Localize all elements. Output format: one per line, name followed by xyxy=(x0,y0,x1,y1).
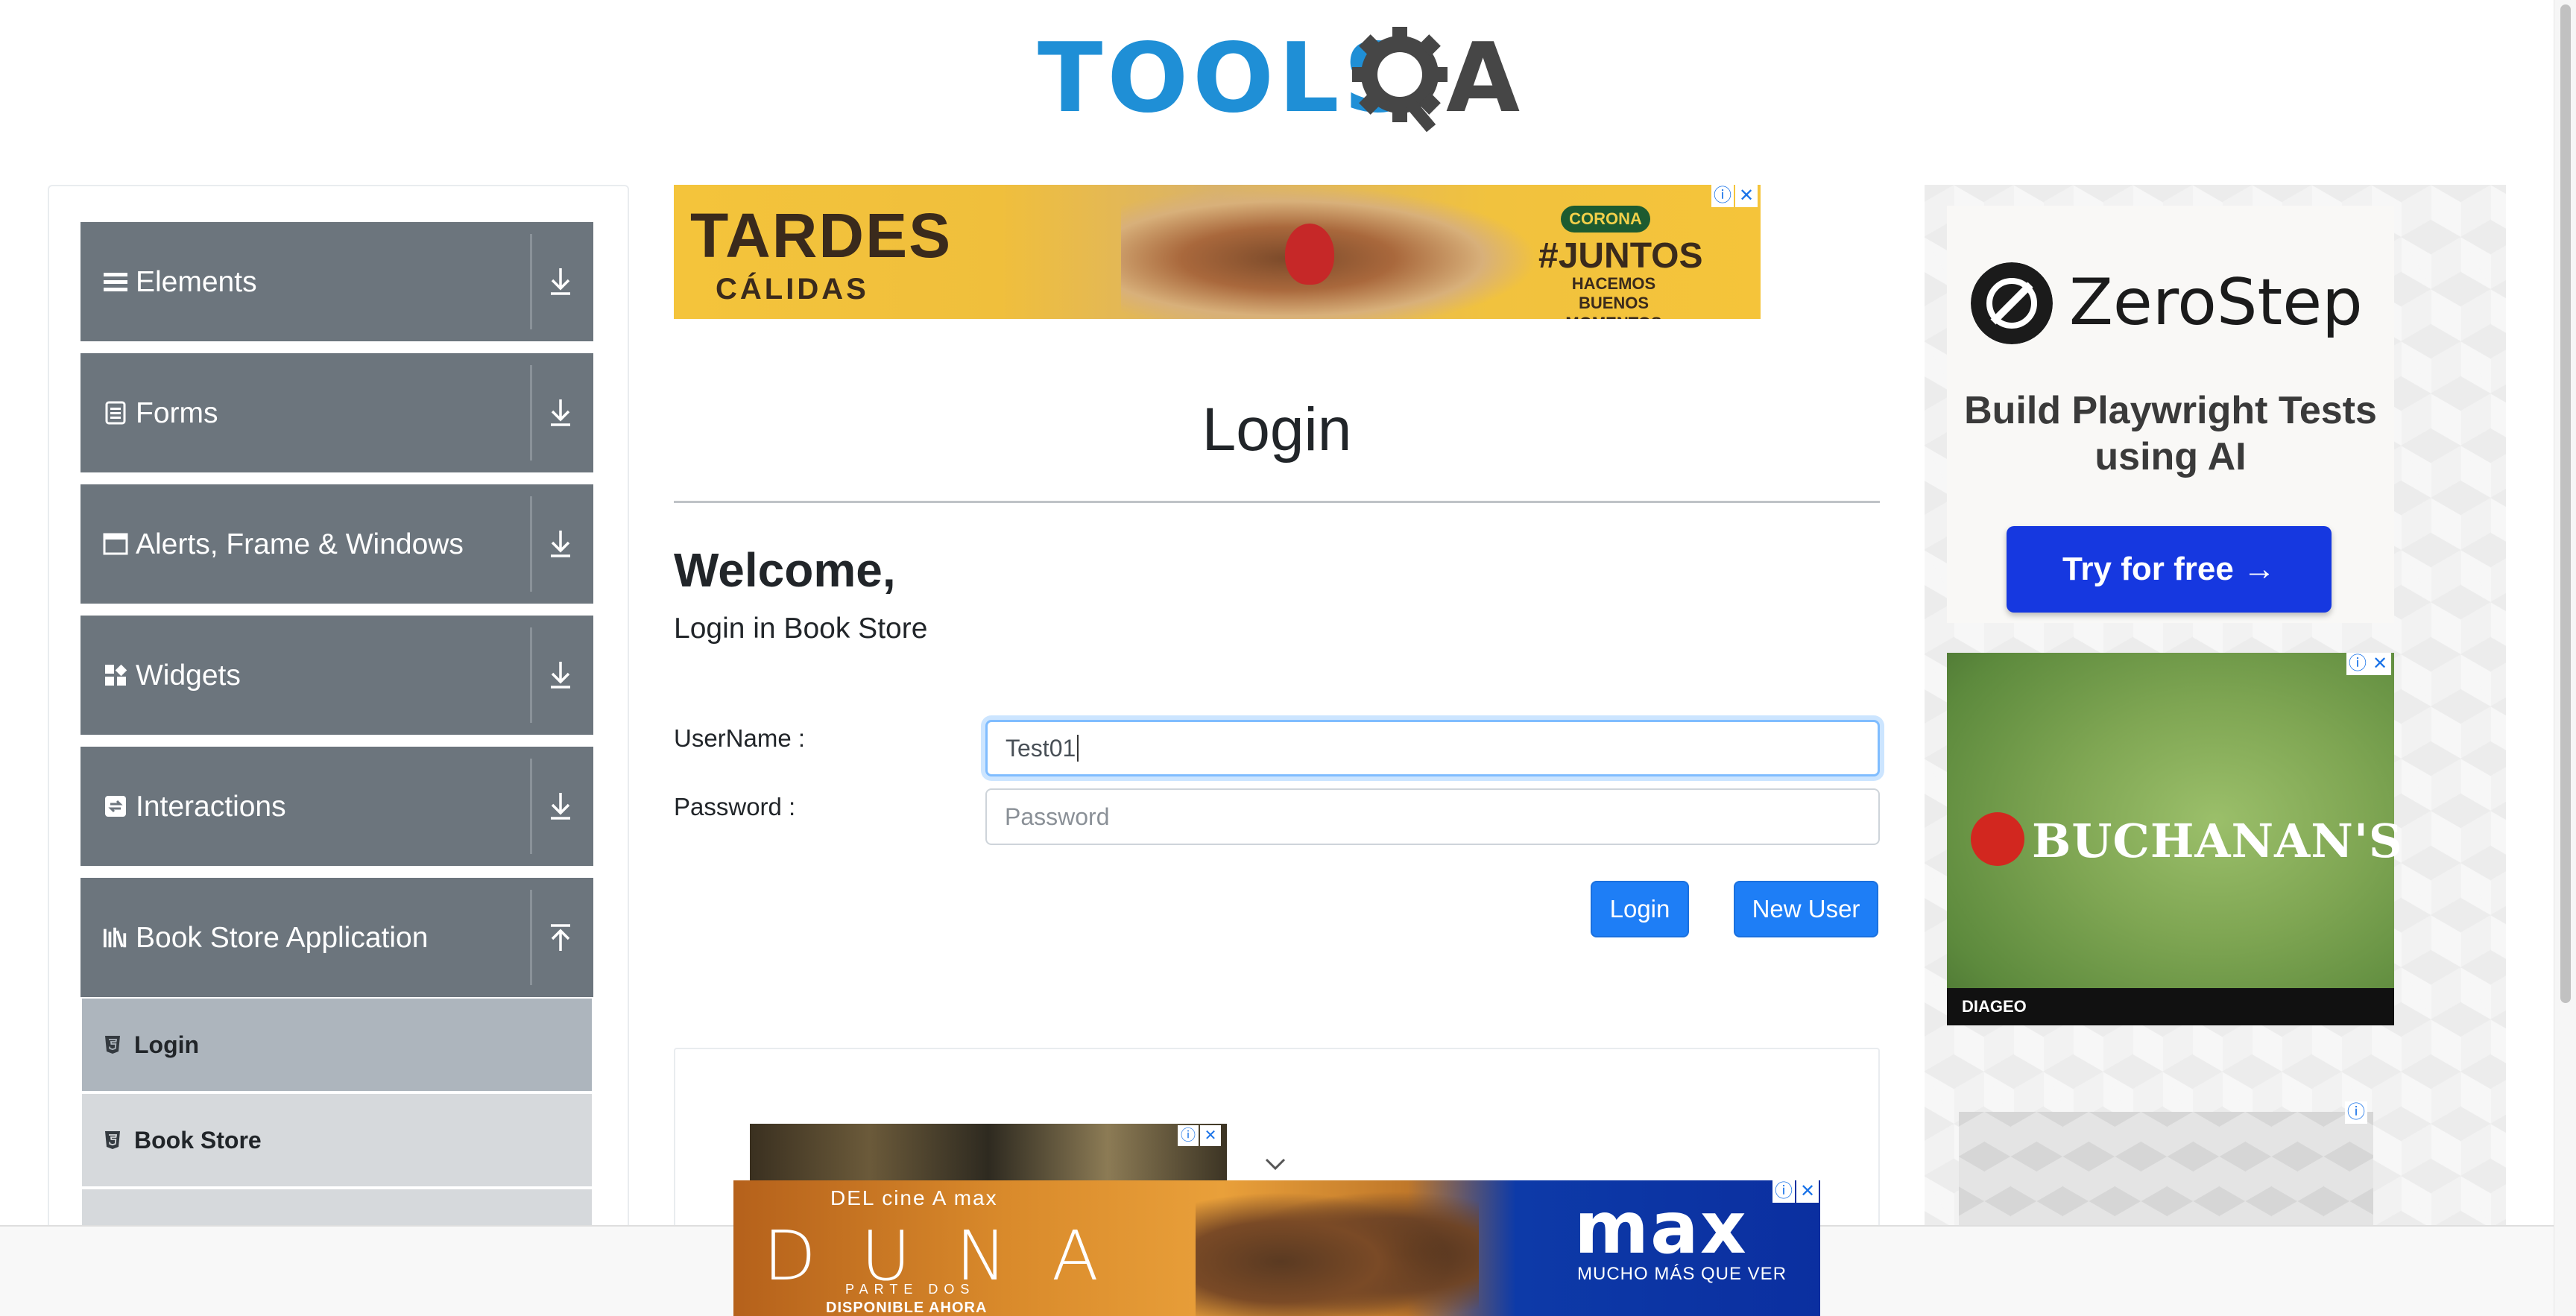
login-button[interactable]: Login xyxy=(1591,881,1689,937)
ad-subline: CÁLIDAS xyxy=(716,273,869,306)
sidebar-group-interactions[interactable]: Interactions xyxy=(80,747,593,866)
expand-arrow-icon[interactable] xyxy=(540,784,581,829)
expand-arrow-icon[interactable] xyxy=(540,390,581,435)
top-banner-ad[interactable]: TARDES CÁLIDAS CORONA #JUNTOS HACEMOS BU… xyxy=(674,185,1761,319)
buchanans-seal xyxy=(1971,812,2024,866)
ad-image-strawberry xyxy=(1285,224,1334,285)
ad-close-icon[interactable]: ✕ xyxy=(1796,1180,1819,1203)
welcome-heading: Welcome, xyxy=(674,543,896,597)
sidebar-group-label: Forms xyxy=(136,396,218,429)
title-divider xyxy=(674,501,1880,503)
toolsqa-logo[interactable]: TOOLS A xyxy=(1038,21,1522,140)
sidebar-group-label: Alerts, Frame & Windows xyxy=(136,528,464,560)
zerostep-tagline: Build Playwright Tests using AI xyxy=(1964,389,2377,479)
ad-brand-badge: CORONA xyxy=(1561,206,1650,232)
html5-icon xyxy=(104,1130,124,1150)
divider xyxy=(530,759,532,854)
books-icon xyxy=(103,925,128,950)
divider xyxy=(530,627,532,723)
ad-close-icon[interactable]: ✕ xyxy=(1200,1125,1221,1146)
zerostep-brand: ZeroStep xyxy=(2069,265,2363,340)
ad-info-icon[interactable]: ⓘ xyxy=(1178,1125,1199,1146)
collapse-arrow-icon[interactable] xyxy=(540,915,581,960)
sidebar-group-book-store-application[interactable]: Book Store Application xyxy=(80,878,593,997)
ad-image xyxy=(1196,1180,1479,1316)
expand-arrow-icon[interactable] xyxy=(540,653,581,697)
ad-info-icon[interactable]: ⓘ xyxy=(2345,1101,2367,1124)
username-value: Test01 xyxy=(1006,734,1076,762)
login-subtitle: Login in Book Store xyxy=(674,613,928,645)
ad-info-icon[interactable]: ⓘ xyxy=(1711,185,1734,207)
chevron-down-icon[interactable] xyxy=(1264,1155,1287,1173)
password-label: Password : xyxy=(674,793,796,820)
sidebar-group-label: Elements xyxy=(136,265,257,298)
ad-tagline: HACEMOS BUENOS MOMENTOS xyxy=(1565,274,1661,319)
sync-icon xyxy=(103,794,128,819)
sidebar-group-alerts[interactable]: Alerts, Frame & Windows xyxy=(80,484,593,604)
new-user-button[interactable]: New User xyxy=(1734,881,1878,937)
page-title: Login xyxy=(1202,396,1352,464)
ad-close-icon[interactable]: ✕ xyxy=(2369,653,2391,675)
sidebar-item-label: Login xyxy=(134,1031,200,1058)
try-for-free-button[interactable]: Try for free → xyxy=(2007,526,2332,613)
bottom-banner-ad[interactable]: DEL cine A max DUNA PARTE DOS DISPONIBLE… xyxy=(733,1180,1820,1316)
ad-headline: TARDES xyxy=(690,200,953,271)
divider xyxy=(530,365,532,461)
sidebar-item-login[interactable]: Login xyxy=(82,999,592,1091)
divider xyxy=(530,496,532,592)
page-scrollbar[interactable] xyxy=(2554,0,2576,1316)
sidebar-group-label: Widgets xyxy=(136,659,241,692)
sidebar: Elements Forms Alerts, Frame & Windows W… xyxy=(48,185,629,1316)
logo-suffix: A xyxy=(1446,23,1521,134)
ad-movie-subtitle: PARTE DOS xyxy=(845,1282,976,1297)
ad-close-icon[interactable]: ✕ xyxy=(1735,185,1758,207)
username-label: UserName : xyxy=(674,724,806,752)
sidebar-group-elements[interactable]: Elements xyxy=(80,222,593,341)
text-cursor xyxy=(1077,735,1079,762)
divider xyxy=(530,890,532,985)
ad-info-icon[interactable]: ⓘ xyxy=(2346,653,2369,675)
sidebar-item-book-store[interactable]: Book Store xyxy=(82,1094,592,1186)
expand-arrow-icon[interactable] xyxy=(540,522,581,566)
username-input[interactable]: Test01 xyxy=(985,720,1880,776)
zerostep-logo-icon xyxy=(1971,262,2053,344)
ad-brand-logo: max xyxy=(1574,1186,1748,1270)
sidebar-item-label: Book Store xyxy=(134,1126,262,1154)
ad-hashtag: #JUNTOS xyxy=(1538,236,1703,276)
ad-pre-title: DEL cine A max xyxy=(830,1186,998,1209)
gear-magnifier-icon xyxy=(1352,27,1448,133)
divider xyxy=(530,234,532,329)
window-icon xyxy=(103,531,128,557)
ad-info-icon[interactable]: ⓘ xyxy=(1772,1180,1795,1203)
scrollbar-thumb[interactable] xyxy=(2560,4,2571,1003)
password-placeholder: Password xyxy=(1005,803,1110,830)
hamburger-icon xyxy=(103,269,128,294)
buchanans-brand: BUCHANAN'S xyxy=(2032,814,2403,868)
sidebar-group-forms[interactable]: Forms xyxy=(80,353,593,472)
expand-arrow-icon[interactable] xyxy=(540,259,581,304)
sidebar-group-label: Book Store Application xyxy=(136,921,429,954)
buchanans-footer: DIAGEO xyxy=(1947,988,2394,1025)
sidebar-group-widgets[interactable]: Widgets xyxy=(80,616,593,735)
ad-brand-tagline: MUCHO MÁS QUE VER xyxy=(1577,1264,1787,1284)
html5-icon xyxy=(104,1035,124,1054)
grid-icon xyxy=(103,662,128,688)
sidebar-group-label: Interactions xyxy=(136,790,286,823)
document-icon xyxy=(103,400,128,426)
password-input[interactable]: Password xyxy=(985,788,1880,845)
ad-cta: DISPONIBLE AHORA xyxy=(826,1300,988,1316)
